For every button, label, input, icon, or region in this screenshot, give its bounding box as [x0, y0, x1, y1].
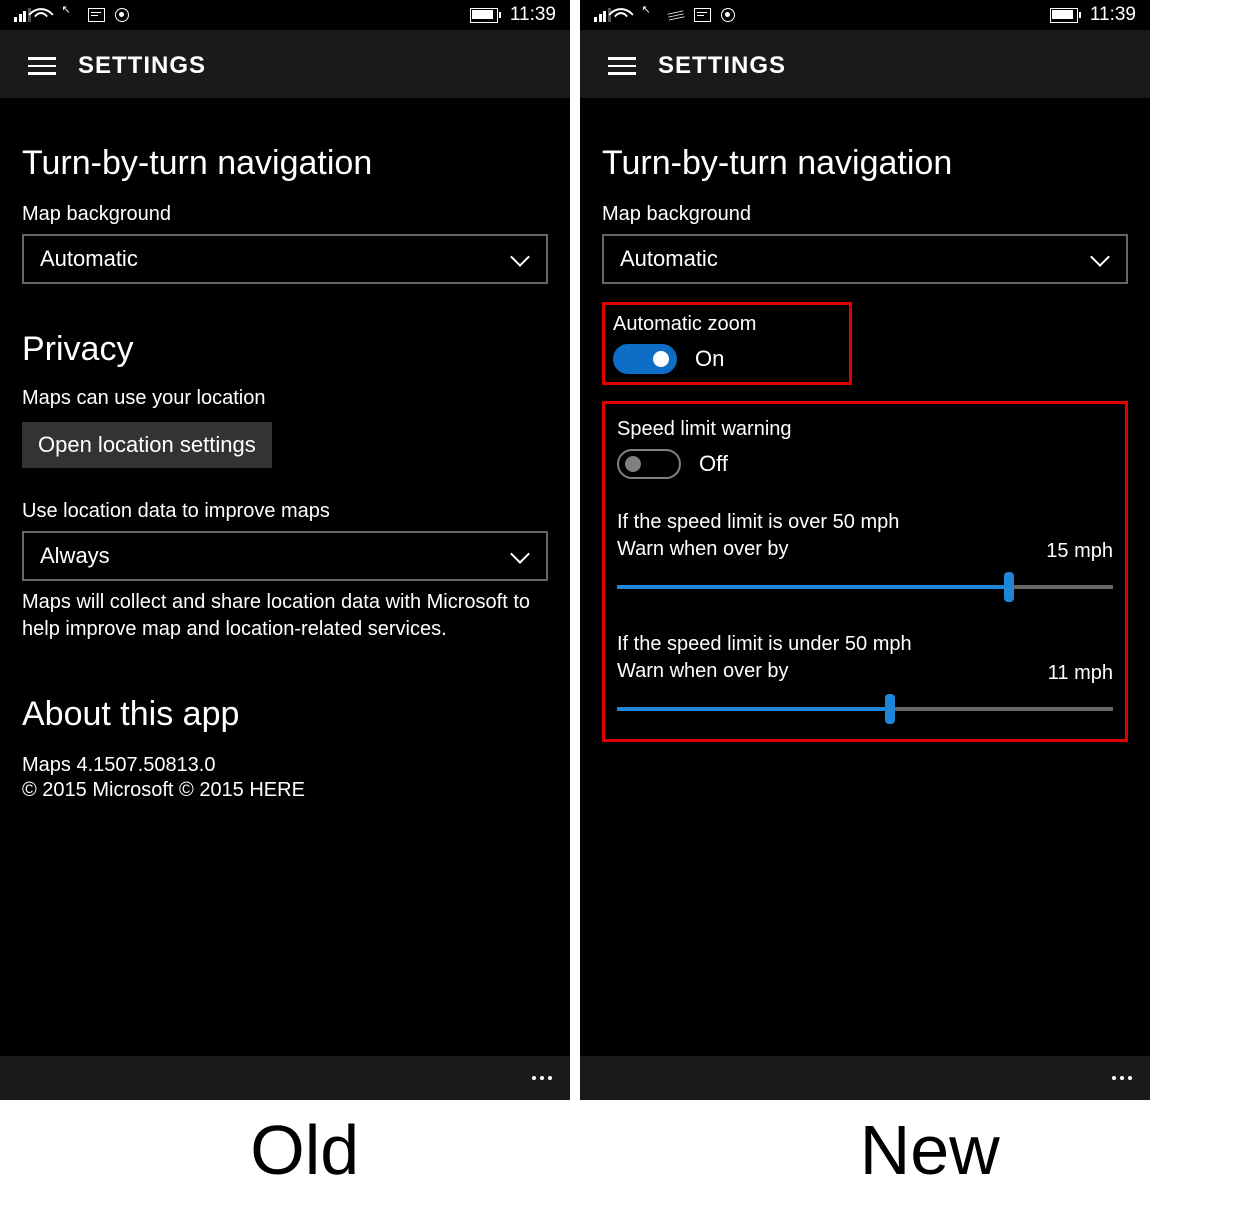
appbar [0, 1056, 570, 1100]
label-new: New [860, 1110, 1000, 1190]
hamburger-icon[interactable] [28, 57, 56, 75]
app-header: SETTINGS [580, 30, 1150, 98]
speed-label: Speed limit warning [617, 418, 1113, 441]
map-bg-value: Automatic [40, 246, 138, 272]
map-bg-value: Automatic [620, 246, 718, 272]
more-icon[interactable] [532, 1076, 552, 1080]
map-bg-select[interactable]: Automatic [22, 234, 548, 284]
slider2-line2: Warn when over by [617, 658, 912, 685]
improve-desc: Maps will collect and share location dat… [22, 589, 548, 643]
record-icon [115, 8, 129, 22]
highlight-speed: Speed limit warning Off If the speed lim… [602, 401, 1128, 742]
screen-new: ↖ 11:39 SETTINGS Turn-by-turn navigation… [580, 0, 1150, 1100]
chevron-down-icon [512, 254, 530, 264]
slider-over-50: If the speed limit is over 50 mph Warn w… [617, 509, 1113, 589]
improve-label: Use location data to improve maps [22, 500, 548, 523]
slider1-line1: If the speed limit is over 50 mph [617, 509, 899, 536]
hamburger-icon[interactable] [608, 57, 636, 75]
copyright-text: © 2015 Microsoft © 2015 HERE [22, 779, 548, 802]
location-label: Maps can use your location [22, 387, 548, 410]
speed-toggle[interactable] [617, 449, 681, 479]
improve-value: Always [40, 543, 110, 569]
battery-icon [470, 8, 498, 23]
slider1-value: 15 mph [1046, 540, 1113, 563]
speed-state: Off [699, 451, 728, 477]
improve-select[interactable]: Always [22, 531, 548, 581]
wifi-icon [621, 7, 639, 23]
screen-old: ↖ 11:39 SETTINGS Turn-by-turn navigation… [0, 0, 570, 1100]
about-heading: About this app [22, 695, 548, 734]
battery-icon [1050, 8, 1078, 23]
nav-heading: Turn-by-turn navigation [22, 144, 548, 183]
wifi-arrow-icon: ↖ [62, 3, 71, 16]
message-icon [88, 8, 105, 22]
more-icon[interactable] [1112, 1076, 1132, 1080]
chevron-down-icon [512, 551, 530, 561]
clock: 11:39 [1090, 4, 1136, 26]
label-old: Old [250, 1110, 359, 1190]
auto-zoom-label: Automatic zoom [613, 313, 841, 336]
slider2-value: 11 mph [1048, 662, 1113, 685]
slider1[interactable] [617, 585, 1113, 589]
nav-heading: Turn-by-turn navigation [602, 144, 1128, 183]
slider-under-50: If the speed limit is under 50 mph Warn … [617, 631, 1113, 711]
map-bg-select[interactable]: Automatic [602, 234, 1128, 284]
comparison-labels: Old New [0, 1100, 1250, 1210]
map-bg-label: Map background [602, 203, 1128, 226]
page-title: SETTINGS [78, 52, 206, 80]
clock: 11:39 [510, 4, 556, 26]
status-bar: ↖ 11:39 [580, 0, 1150, 30]
map-bg-label: Map background [22, 203, 548, 226]
auto-zoom-state: On [695, 346, 724, 372]
slider2[interactable] [617, 707, 1113, 711]
privacy-heading: Privacy [22, 330, 548, 369]
waves-icon [667, 10, 684, 20]
page-title: SETTINGS [658, 52, 786, 80]
wifi-icon [41, 7, 59, 23]
highlight-auto-zoom: Automatic zoom On [602, 302, 852, 385]
appbar [580, 1056, 1150, 1100]
record-icon [721, 8, 735, 22]
chevron-down-icon [1092, 254, 1110, 264]
app-header: SETTINGS [0, 30, 570, 98]
slider2-line1: If the speed limit is under 50 mph [617, 631, 912, 658]
auto-zoom-toggle[interactable] [613, 344, 677, 374]
open-location-settings-button[interactable]: Open location settings [22, 422, 272, 468]
status-bar: ↖ 11:39 [0, 0, 570, 30]
message-icon [694, 8, 711, 22]
wifi-arrow-icon: ↖ [642, 3, 651, 16]
slider1-line2: Warn when over by [617, 536, 899, 563]
version-text: Maps 4.1507.50813.0 [22, 752, 548, 779]
